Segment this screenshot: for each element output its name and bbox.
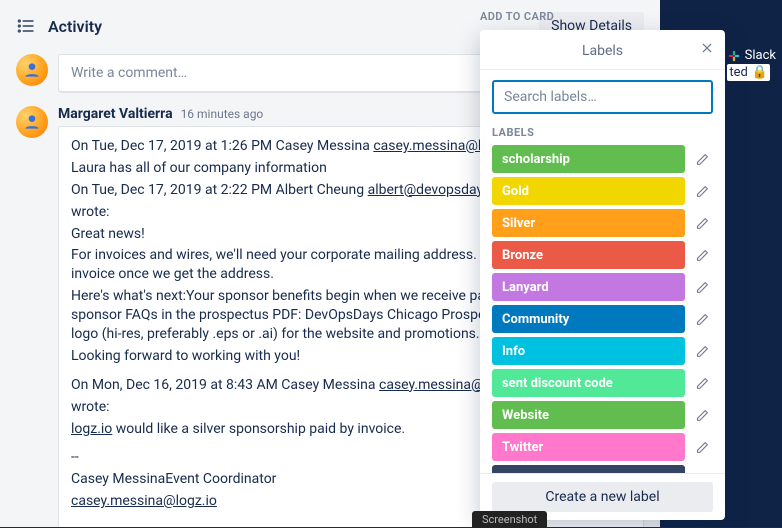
label-row: Lanyard — [492, 273, 713, 301]
labels-popover: Labels LABELS scholarship Gold Silver Bronz… — [480, 30, 725, 520]
label-chip[interactable]: Breakfast — [492, 465, 685, 473]
url-link[interactable]: logz.io — [71, 421, 112, 437]
label-row: Twitter — [492, 433, 713, 461]
slack-icon — [727, 49, 741, 63]
labels-search-input[interactable] — [492, 80, 713, 114]
pencil-icon[interactable] — [691, 436, 713, 458]
label-row: Info — [492, 337, 713, 365]
slack-link[interactable]: Slack — [727, 48, 776, 63]
pencil-icon[interactable] — [691, 308, 713, 330]
pencil-icon[interactable] — [691, 276, 713, 298]
lock-icon: 🔒 — [752, 65, 768, 80]
label-row: Community — [492, 305, 713, 333]
popover-title: Labels — [582, 43, 623, 59]
label-chip[interactable]: scholarship — [492, 145, 685, 173]
labels-section-heading: LABELS — [492, 126, 713, 139]
label-chip[interactable]: Info — [492, 337, 685, 365]
label-chip[interactable]: Lanyard — [492, 273, 685, 301]
entry-timestamp[interactable]: 16 minutes ago — [181, 107, 264, 121]
label-chip[interactable]: Silver — [492, 209, 685, 237]
pencil-icon[interactable] — [691, 212, 713, 234]
screenshot-chip: Screenshot — [472, 511, 547, 528]
label-chip[interactable]: Gold — [492, 177, 685, 205]
entry-author[interactable]: Margaret Valtierra — [58, 106, 173, 122]
email-link[interactable]: casey.messina@logz.io — [71, 493, 217, 509]
author-avatar[interactable] — [16, 106, 48, 138]
create-new-label-button[interactable]: Create a new label — [492, 482, 713, 512]
label-row: sent discount code — [492, 369, 713, 397]
labels-list: scholarship Gold Silver Bronze Lanyard Commun… — [492, 145, 713, 473]
label-chip[interactable]: Community — [492, 305, 685, 333]
pencil-icon[interactable] — [691, 180, 713, 202]
current-user-avatar[interactable] — [16, 54, 48, 86]
label-chip[interactable]: Twitter — [492, 433, 685, 461]
pencil-icon[interactable] — [691, 148, 713, 170]
slack-label: Slack — [745, 48, 776, 63]
activity-list-icon — [16, 16, 36, 36]
label-row: Gold — [492, 177, 713, 205]
pencil-icon[interactable] — [691, 404, 713, 426]
activity-title: Activity — [48, 17, 102, 36]
attached-chip: ted 🔒 — [727, 64, 770, 81]
label-row: Website — [492, 401, 713, 429]
pencil-icon[interactable] — [691, 340, 713, 362]
add-to-card-heading: ADD TO CARD — [480, 10, 554, 23]
label-row: Breakfast — [492, 465, 713, 473]
pencil-icon[interactable] — [691, 372, 713, 394]
pencil-icon[interactable] — [691, 244, 713, 266]
label-chip[interactable]: Website — [492, 401, 685, 429]
label-chip[interactable]: sent discount code — [492, 369, 685, 397]
label-chip[interactable]: Bronze — [492, 241, 685, 269]
label-row: Bronze — [492, 241, 713, 269]
close-icon[interactable] — [697, 38, 717, 58]
label-row: Silver — [492, 209, 713, 237]
label-row: scholarship — [492, 145, 713, 173]
